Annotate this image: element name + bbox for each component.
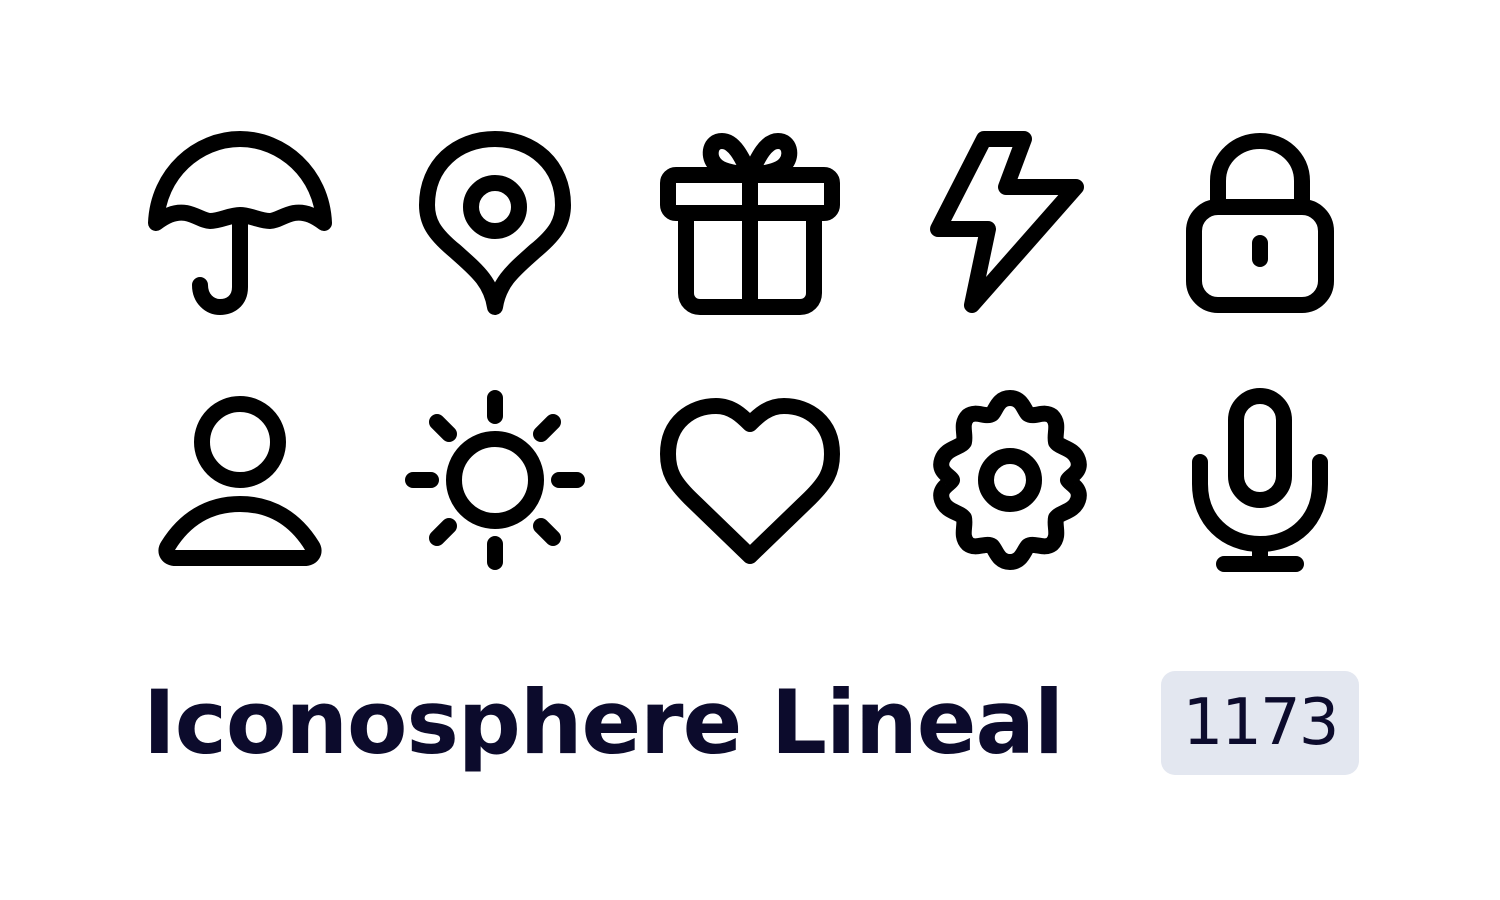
product-title: Iconosphere Lineal [143, 671, 1064, 774]
gear-icon [910, 380, 1110, 580]
icon-grid [0, 0, 1500, 620]
map-pin-icon [395, 125, 595, 325]
heart-icon [650, 380, 850, 580]
sun-icon [395, 380, 595, 580]
icon-count-badge: 1173 [1161, 671, 1359, 775]
lock-icon [1160, 125, 1360, 325]
user-icon [140, 380, 340, 580]
lightning-bolt-icon [910, 125, 1110, 325]
gift-icon [650, 125, 850, 325]
icon-count: 1173 [1182, 686, 1340, 760]
umbrella-icon [140, 125, 340, 325]
microphone-icon [1160, 380, 1360, 580]
